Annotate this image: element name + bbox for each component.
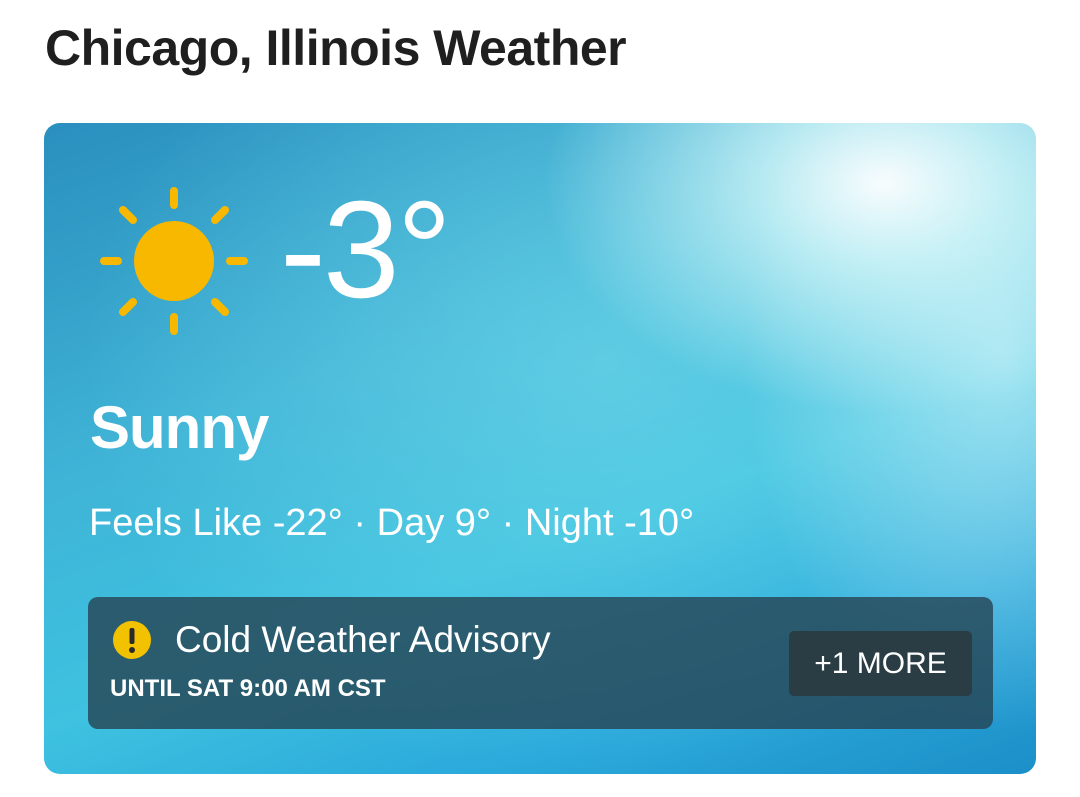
alert-title[interactable]: Cold Weather Advisory — [175, 617, 551, 663]
more-alerts-button[interactable]: +1 MORE — [789, 631, 972, 696]
alert-expiry: UNTIL SAT 9:00 AM CST — [110, 675, 386, 702]
exclamation-circle-icon — [113, 621, 151, 659]
weather-alert[interactable]: Cold Weather Advisory UNTIL SAT 9:00 AM … — [88, 597, 993, 729]
temperature-details: Feels Like -22° · Day 9° · Night -10° — [89, 502, 695, 544]
page-title: Chicago, Illinois Weather — [45, 20, 627, 76]
current-conditions-card: -3° Sunny Feels Like -22° · Day 9° · Nig… — [44, 123, 1036, 774]
condition-label: Sunny — [90, 394, 269, 461]
current-temperature: -3° — [280, 173, 452, 327]
sun-icon — [100, 187, 248, 335]
